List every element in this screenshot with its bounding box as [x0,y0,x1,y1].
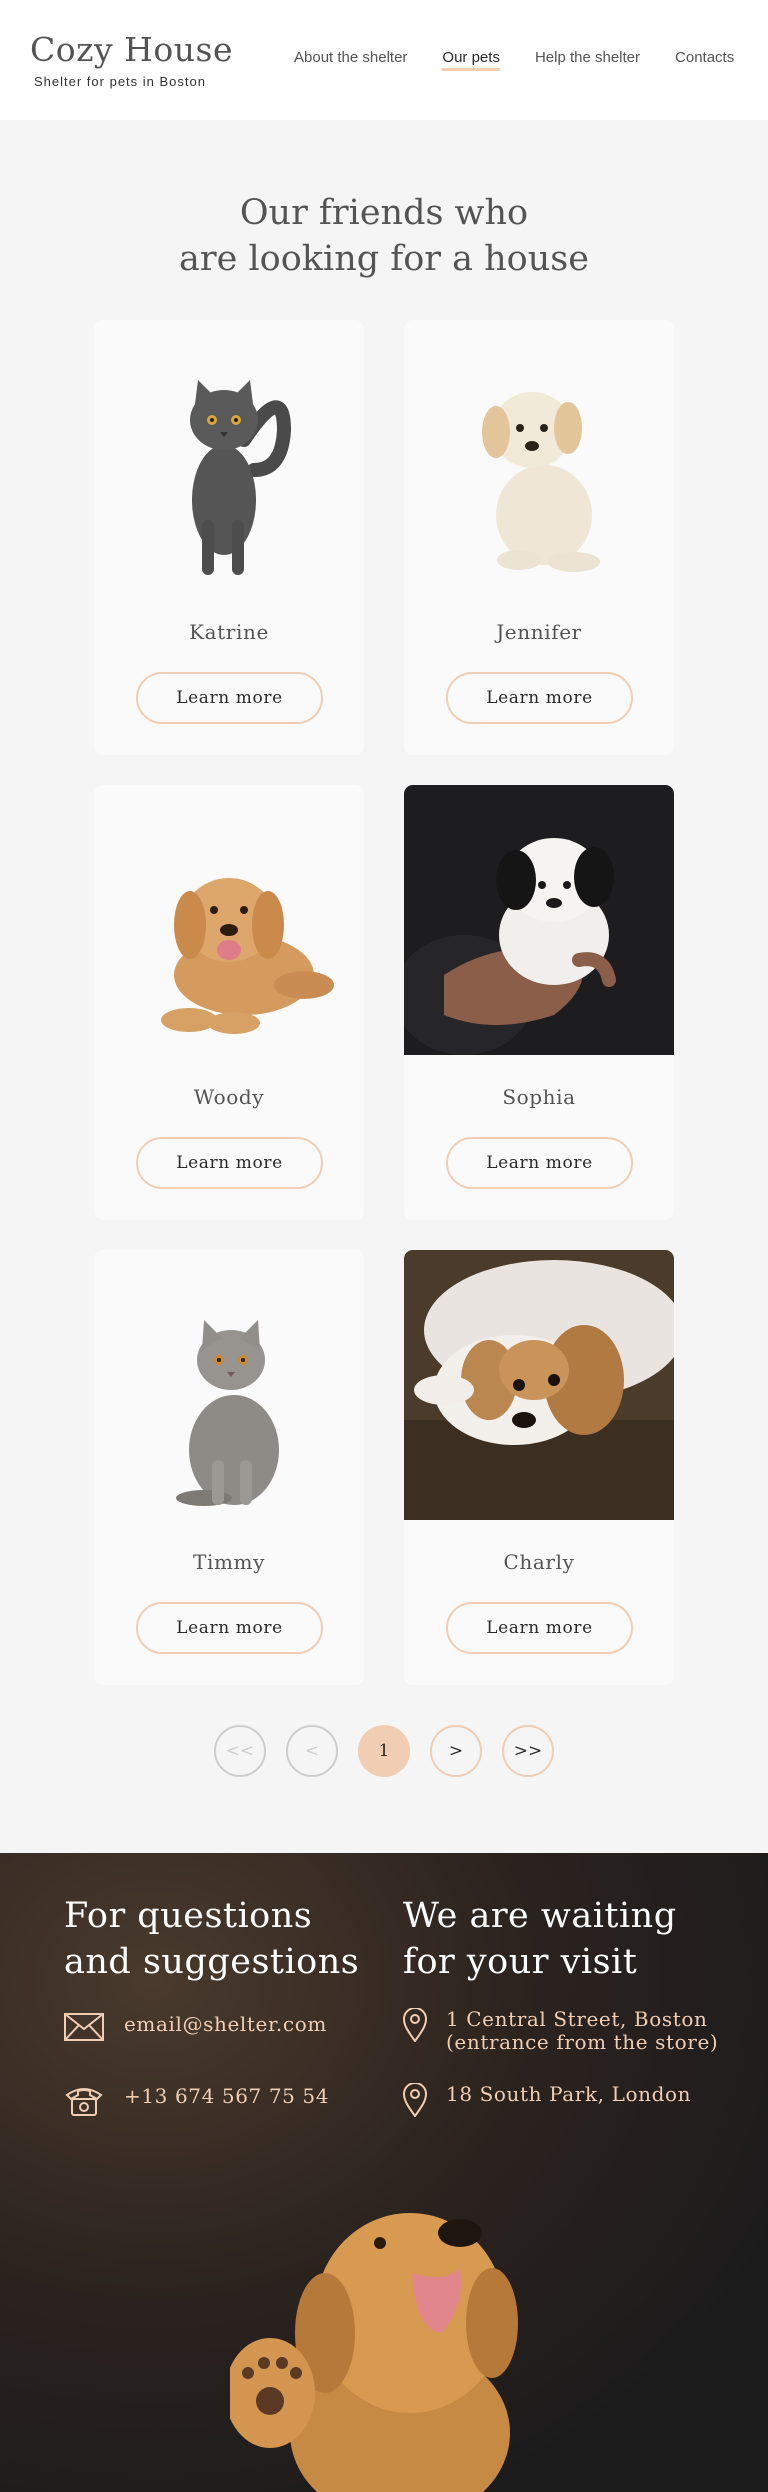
pet-name: Sophia [502,1085,576,1109]
footer-questions-title: For questions and suggestions [64,1896,360,1982]
pet-name: Katrine [189,620,269,644]
pet-name: Jennifer [496,620,582,644]
pet-card[interactable]: Sophia Learn more [404,785,674,1220]
prev-page-button[interactable]: < [286,1725,338,1777]
learn-more-button[interactable]: Learn more [136,672,323,724]
pet-card[interactable]: Timmy Learn more [94,1250,364,1685]
site-header: Cozy House Shelter for pets in Boston Ab… [0,0,768,120]
next-page-button[interactable]: > [430,1725,482,1777]
footer-phone[interactable]: +13 674 567 75 54 [64,2085,329,2117]
email-icon [64,2013,104,2041]
address-text[interactable]: 18 South Park, London [446,2083,691,2106]
pet-image-cream-puppy[interactable] [404,320,674,590]
footer-puppy-image [230,2213,518,2492]
pet-card[interactable]: Katrine Learn more [94,320,364,755]
pagination: << < 1 > >> [0,1725,768,1777]
learn-more-button[interactable]: Learn more [446,672,633,724]
pet-card[interactable]: Woody Learn more [94,785,364,1220]
first-page-button[interactable]: << [214,1725,266,1777]
pet-name: Woody [193,1085,265,1109]
footer-address-2[interactable]: 18 South Park, London [403,2083,691,2117]
pet-card[interactable]: Charly Learn more [404,1250,674,1685]
footer-email[interactable]: email@shelter.com [64,2013,327,2041]
pets-section-title: Our friends who are looking for a house [179,193,589,279]
pet-image-gray-cat[interactable] [94,320,364,590]
pet-image-british-cat[interactable] [94,1250,364,1520]
learn-more-button[interactable]: Learn more [136,1137,323,1189]
current-page-button[interactable]: 1 [358,1725,410,1777]
pet-name: Timmy [193,1550,265,1574]
nav-our-pets[interactable]: Our pets [442,49,500,71]
footer-visit-title: We are waiting for your visit [403,1896,677,1982]
nav-contacts[interactable]: Contacts [675,49,734,66]
site-footer: For questions and suggestions We are wai… [0,1853,768,2492]
last-page-button[interactable]: >> [502,1725,554,1777]
location-pin-icon [403,2083,427,2117]
pet-card[interactable]: Jennifer Learn more [404,320,674,755]
location-pin-icon [403,2008,427,2042]
pet-image-black-white-puppy[interactable] [404,785,674,1055]
main-nav: About the shelter Our pets Help the shel… [294,49,734,71]
phone-text[interactable]: +13 674 567 75 54 [124,2085,329,2108]
nav-about-shelter[interactable]: About the shelter [294,49,407,66]
learn-more-button[interactable]: Learn more [446,1137,633,1189]
email-text[interactable]: email@shelter.com [124,2013,327,2036]
logo-title[interactable]: Cozy House [30,30,233,69]
pets-section: Our friends who are looking for a house … [0,120,768,1853]
pet-image-beagle-dog[interactable] [404,1250,674,1520]
address-text[interactable]: 1 Central Street, Boston (entrance from … [446,2008,718,2054]
logo-subtitle: Shelter for pets in Boston [34,74,206,89]
pet-image-golden-retriever[interactable] [94,785,364,1055]
learn-more-button[interactable]: Learn more [136,1602,323,1654]
phone-icon [65,2088,103,2116]
learn-more-button[interactable]: Learn more [446,1602,633,1654]
pet-name: Charly [503,1550,575,1574]
footer-address-1[interactable]: 1 Central Street, Boston (entrance from … [403,2008,718,2054]
nav-help-shelter[interactable]: Help the shelter [535,49,640,66]
